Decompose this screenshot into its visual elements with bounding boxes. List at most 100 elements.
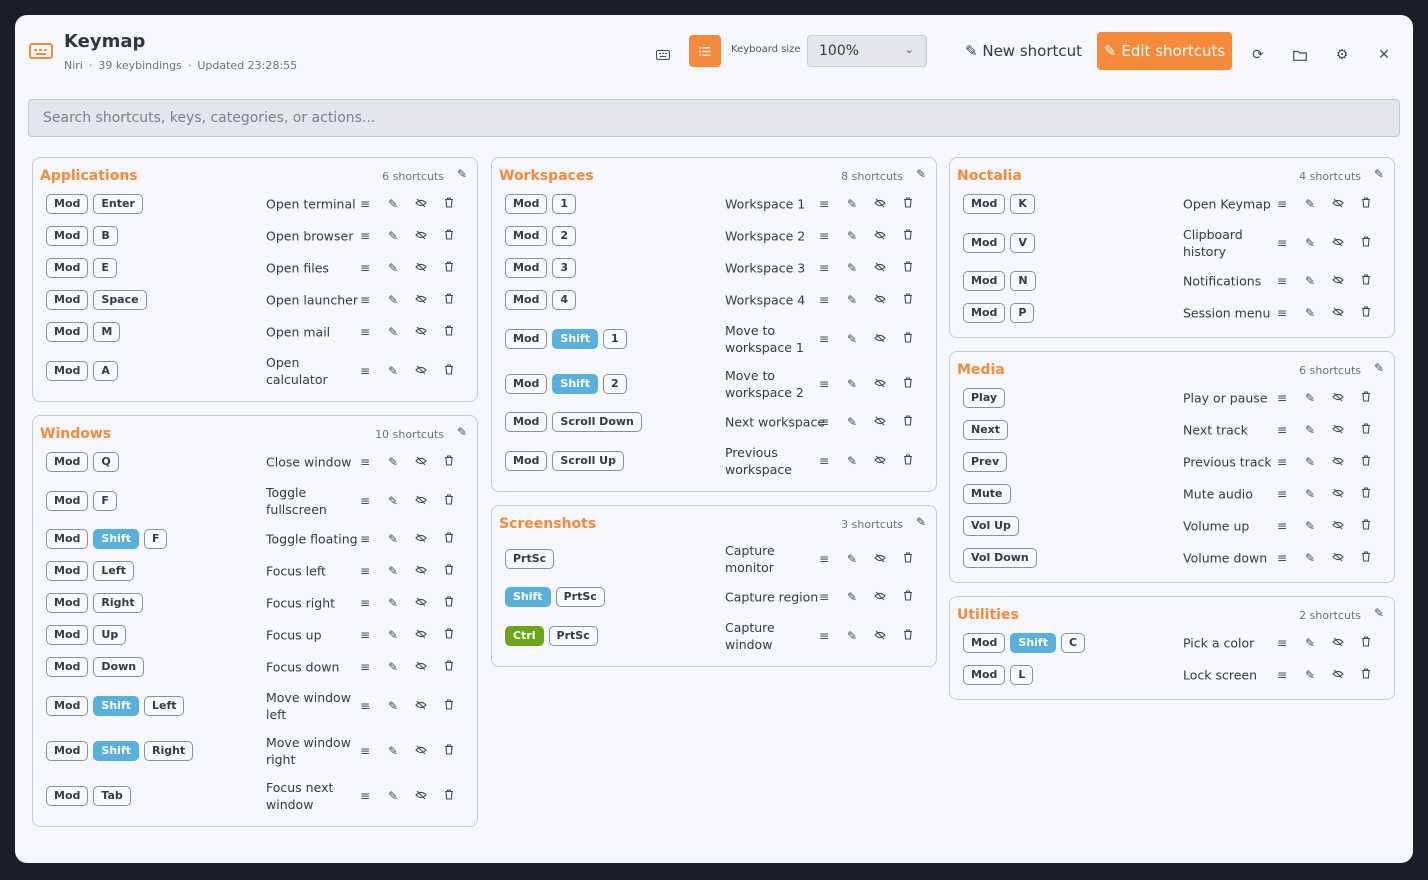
delete-icon[interactable]	[435, 788, 463, 803]
hide-icon[interactable]	[407, 628, 435, 642]
drag-handle-icon[interactable]: ≡	[351, 564, 379, 578]
delete-icon[interactable]	[1352, 636, 1380, 650]
drag-handle-icon[interactable]: ≡	[351, 325, 379, 339]
edit-icon[interactable]: ✎	[379, 789, 407, 803]
edit-icon[interactable]: ✎	[838, 332, 866, 346]
delete-icon[interactable]	[1352, 235, 1380, 250]
settings-icon[interactable]: ⚙	[1330, 43, 1354, 67]
drag-handle-icon[interactable]: ≡	[810, 261, 838, 275]
drag-handle-icon[interactable]: ≡	[351, 699, 379, 713]
shortcut-row[interactable]: Mod E Open files ≡ ✎	[33, 252, 477, 284]
shortcut-row[interactable]: Mod N Notifications ≡ ✎	[950, 265, 1394, 297]
drag-handle-icon[interactable]: ≡	[351, 229, 379, 243]
edit-icon[interactable]: ✎	[1296, 236, 1324, 250]
delete-icon[interactable]	[894, 453, 922, 468]
shortcut-row[interactable]: Mod Tab Focus next window ≡ ✎	[33, 773, 477, 818]
shortcut-row[interactable]: Vol Up Volume up ≡ ✎	[950, 510, 1394, 542]
drag-handle-icon[interactable]: ≡	[810, 332, 838, 346]
delete-icon[interactable]	[894, 415, 922, 429]
shortcut-row[interactable]: Mod 4 Workspace 4 ≡ ✎	[492, 284, 936, 316]
delete-icon[interactable]	[894, 331, 922, 346]
shortcut-row[interactable]: Prev Previous track ≡ ✎	[950, 446, 1394, 478]
drag-handle-icon[interactable]: ≡	[351, 596, 379, 610]
shortcut-row[interactable]: Mod 3 Workspace 3 ≡ ✎	[492, 252, 936, 284]
edit-icon[interactable]: ✎	[838, 261, 866, 275]
edit-icon[interactable]: ✎	[379, 532, 407, 546]
shortcut-row[interactable]: Mod Shift F Toggle floating ≡ ✎	[33, 523, 477, 555]
drag-handle-icon[interactable]: ≡	[1268, 197, 1296, 211]
delete-icon[interactable]	[1352, 455, 1380, 469]
hide-icon[interactable]	[1324, 391, 1352, 405]
drag-handle-icon[interactable]: ≡	[351, 744, 379, 758]
shortcut-row[interactable]: Mod Scroll Up Previous workspace ≡ ✎	[492, 438, 936, 483]
delete-icon[interactable]	[435, 628, 463, 642]
hide-icon[interactable]	[1324, 636, 1352, 650]
drag-handle-icon[interactable]: ≡	[1268, 551, 1296, 565]
category-edit-icon[interactable]: ✎	[457, 167, 467, 181]
drag-handle-icon[interactable]: ≡	[810, 629, 838, 643]
shortcut-row[interactable]: Mod Shift 1 Move to workspace 1 ≡ ✎	[492, 316, 936, 361]
hide-icon[interactable]	[407, 364, 435, 378]
delete-icon[interactable]	[1352, 551, 1380, 565]
edit-shortcuts-button[interactable]: ✎ Edit shortcuts	[1097, 32, 1232, 70]
hide-icon[interactable]	[407, 744, 435, 758]
edit-icon[interactable]: ✎	[1296, 487, 1324, 501]
shortcut-row[interactable]: Mod K Open Keymap ≡ ✎	[950, 188, 1394, 220]
shortcut-row[interactable]: Mod P Session menu ≡ ✎	[950, 297, 1394, 329]
edit-icon[interactable]: ✎	[379, 325, 407, 339]
delete-icon[interactable]	[435, 532, 463, 546]
edit-icon[interactable]: ✎	[1296, 197, 1324, 211]
folder-icon[interactable]	[1288, 43, 1312, 67]
shortcut-row[interactable]: Mod Left Focus left ≡ ✎	[33, 555, 477, 587]
shortcut-row[interactable]: Mod L Lock screen ≡ ✎	[950, 659, 1394, 691]
hide-icon[interactable]	[407, 494, 435, 508]
shortcut-row[interactable]: Ctrl PrtSc Capture window ≡ ✎	[492, 613, 936, 658]
edit-icon[interactable]: ✎	[838, 454, 866, 468]
shortcut-row[interactable]: Mod Right Focus right ≡ ✎	[33, 587, 477, 619]
shortcut-row[interactable]: Mod Scroll Down Next workspace ≡ ✎	[492, 406, 936, 438]
category-edit-icon[interactable]: ✎	[457, 425, 467, 439]
edit-icon[interactable]: ✎	[379, 660, 407, 674]
delete-icon[interactable]	[435, 363, 463, 378]
shortcut-row[interactable]: Play Play or pause ≡ ✎	[950, 382, 1394, 414]
hide-icon[interactable]	[1324, 668, 1352, 682]
shortcut-row[interactable]: Vol Down Volume down ≡ ✎	[950, 542, 1394, 574]
edit-icon[interactable]: ✎	[838, 197, 866, 211]
hide-icon[interactable]	[407, 197, 435, 211]
drag-handle-icon[interactable]: ≡	[1268, 519, 1296, 533]
drag-handle-icon[interactable]: ≡	[1268, 274, 1296, 288]
drag-handle-icon[interactable]: ≡	[351, 364, 379, 378]
list-view-button[interactable]	[689, 35, 721, 67]
hide-icon[interactable]	[407, 564, 435, 578]
edit-icon[interactable]: ✎	[1296, 551, 1324, 565]
shortcut-row[interactable]: Mod M Open mail ≡ ✎	[33, 316, 477, 348]
hide-icon[interactable]	[866, 415, 894, 429]
shortcut-row[interactable]: Mod Shift C Pick a color ≡ ✎	[950, 627, 1394, 659]
edit-icon[interactable]: ✎	[1296, 391, 1324, 405]
delete-icon[interactable]	[435, 564, 463, 578]
hide-icon[interactable]	[866, 332, 894, 346]
delete-icon[interactable]	[1352, 274, 1380, 288]
hide-icon[interactable]	[407, 455, 435, 469]
shortcut-row[interactable]: Mod B Open browser ≡ ✎	[33, 220, 477, 252]
hide-icon[interactable]	[407, 261, 435, 275]
edit-icon[interactable]: ✎	[379, 293, 407, 307]
delete-icon[interactable]	[435, 197, 463, 211]
delete-icon[interactable]	[435, 229, 463, 243]
edit-icon[interactable]: ✎	[379, 364, 407, 378]
drag-handle-icon[interactable]: ≡	[351, 293, 379, 307]
drag-handle-icon[interactable]: ≡	[351, 660, 379, 674]
drag-handle-icon[interactable]: ≡	[351, 261, 379, 275]
hide-icon[interactable]	[1324, 519, 1352, 533]
shortcut-row[interactable]: Mod Up Focus up ≡ ✎	[33, 619, 477, 651]
drag-handle-icon[interactable]: ≡	[1268, 668, 1296, 682]
hide-icon[interactable]	[866, 293, 894, 307]
delete-icon[interactable]	[435, 325, 463, 339]
hide-icon[interactable]	[407, 789, 435, 803]
shortcut-row[interactable]: Mod Shift 2 Move to workspace 2 ≡ ✎	[492, 361, 936, 406]
delete-icon[interactable]	[435, 293, 463, 307]
edit-icon[interactable]: ✎	[838, 229, 866, 243]
shortcut-row[interactable]: Mod Shift Right Move window right ≡ ✎	[33, 728, 477, 773]
delete-icon[interactable]	[894, 376, 922, 391]
drag-handle-icon[interactable]: ≡	[351, 197, 379, 211]
